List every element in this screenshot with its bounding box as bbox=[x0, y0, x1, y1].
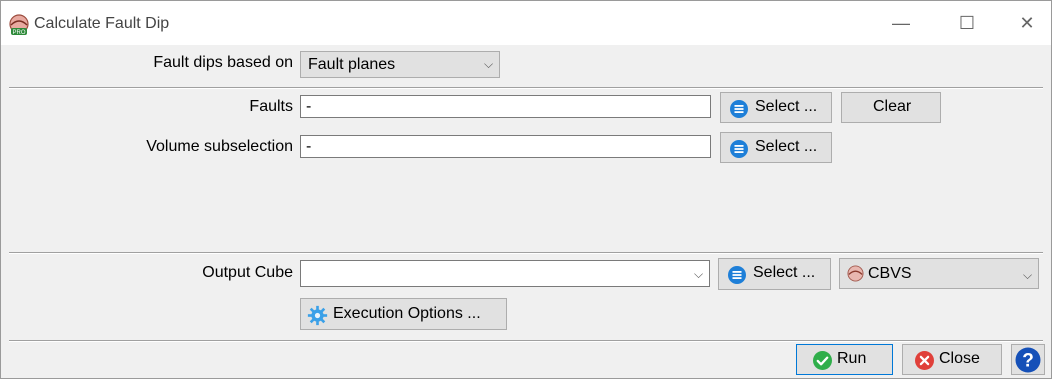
volume-select-button[interactable]: Select ... bbox=[720, 132, 832, 163]
faults-clear-button[interactable]: Clear bbox=[841, 92, 941, 123]
format-value: CBVS bbox=[868, 265, 912, 282]
format-icon bbox=[847, 265, 864, 282]
separator bbox=[9, 340, 1043, 342]
faults-label: Faults bbox=[249, 98, 293, 115]
maximize-button[interactable]: ☐ bbox=[944, 9, 990, 37]
chevron-down-icon: ⌵ bbox=[484, 57, 494, 71]
volume-label: Volume subselection bbox=[146, 138, 293, 155]
format-dropdown[interactable]: CBVS ⌵ bbox=[839, 258, 1039, 289]
dialog-window: PRO Calculate Fault Dip — ☐ ✕ Fault dips… bbox=[0, 0, 1052, 379]
list-icon bbox=[728, 266, 746, 284]
separator bbox=[9, 252, 1043, 254]
faults-input[interactable]: - bbox=[300, 95, 711, 118]
close-window-button[interactable]: ✕ bbox=[1004, 9, 1050, 37]
output-select-button[interactable]: Select ... bbox=[718, 258, 831, 290]
fault-dips-dropdown[interactable]: Fault planes ⌵ bbox=[300, 51, 500, 78]
chevron-down-icon: ⌵ bbox=[1023, 268, 1033, 282]
volume-select-label: Select ... bbox=[755, 138, 818, 155]
close-x-icon bbox=[915, 351, 934, 370]
list-icon bbox=[730, 140, 748, 158]
output-cube-dropdown[interactable]: ⌵ bbox=[300, 260, 710, 287]
help-button[interactable]: ? bbox=[1011, 344, 1045, 375]
chevron-down-icon: ⌵ bbox=[694, 267, 704, 281]
faults-select-button[interactable]: Select ... bbox=[720, 92, 832, 123]
run-button[interactable]: Run bbox=[796, 344, 893, 375]
list-icon bbox=[730, 100, 748, 118]
execution-options-label: Execution Options ... bbox=[333, 305, 481, 322]
run-label: Run bbox=[837, 350, 867, 367]
title-bar: PRO Calculate Fault Dip — ☐ ✕ bbox=[1, 1, 1051, 45]
checkmark-icon bbox=[813, 351, 832, 370]
close-button[interactable]: Close bbox=[902, 344, 1002, 375]
volume-input[interactable]: - bbox=[300, 135, 711, 158]
close-label: Close bbox=[939, 350, 980, 367]
output-label: Output Cube bbox=[202, 264, 293, 281]
separator bbox=[9, 87, 1043, 89]
help-icon: ? bbox=[1015, 347, 1041, 373]
output-select-label: Select ... bbox=[753, 264, 816, 281]
execution-options-button[interactable]: Execution Options ... bbox=[300, 298, 507, 330]
fault-dips-value: Fault planes bbox=[308, 56, 396, 73]
window-title: Calculate Fault Dip bbox=[34, 15, 170, 32]
minimize-button[interactable]: — bbox=[878, 9, 924, 37]
help-question-mark: ? bbox=[1022, 351, 1034, 372]
app-logo-icon: PRO bbox=[9, 14, 29, 36]
clear-label: Clear bbox=[873, 98, 912, 115]
gear-icon bbox=[307, 305, 328, 326]
faults-select-label: Select ... bbox=[755, 98, 818, 115]
fault-dips-label: Fault dips based on bbox=[153, 54, 293, 71]
svg-text:PRO: PRO bbox=[12, 30, 25, 36]
